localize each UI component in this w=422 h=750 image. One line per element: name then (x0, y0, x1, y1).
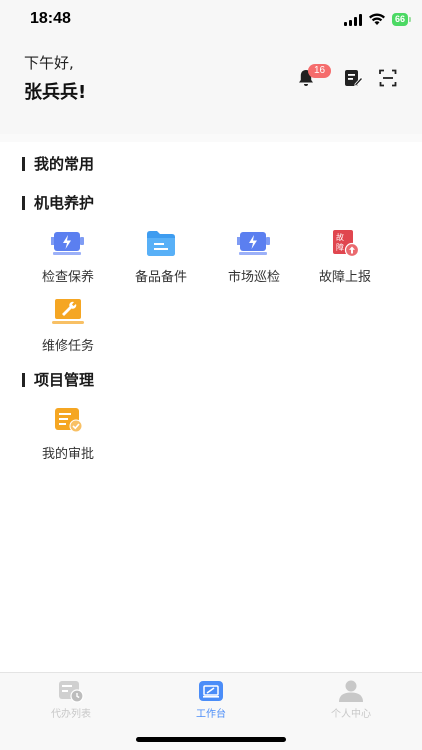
svg-text:障: 障 (336, 242, 344, 252)
tab-profile[interactable]: 个人中心 (301, 679, 401, 720)
motor-icon (237, 226, 271, 260)
scan-icon[interactable] (376, 66, 400, 90)
grid-item-spare-parts[interactable]: 备品备件 (115, 226, 207, 285)
market-patrol-label: 市场巡检 (227, 270, 280, 285)
header: 下午好, 张兵兵! 16 (0, 44, 422, 134)
tab-profile-label: 个人中心 (331, 709, 371, 720)
status-indicators: 66 (343, 13, 412, 26)
tab-workbench-label: 工作台 (196, 709, 226, 720)
workbench-icon (199, 681, 223, 701)
motor-icon (51, 226, 85, 260)
approval-icon (51, 403, 85, 437)
grid-item-fault-report[interactable]: 故 障 故障上报 (299, 226, 391, 285)
user-name: 张兵兵! (24, 82, 87, 103)
cellular-signal-icon (343, 13, 362, 26)
project-title: 项目管理 (34, 371, 95, 389)
grid-item-repair-task[interactable]: 维修任务 (22, 295, 114, 354)
fault-report-label: 故障上报 (318, 270, 371, 285)
wifi-icon (368, 13, 385, 25)
grid-item-inspection[interactable]: 检查保养 (22, 226, 114, 285)
repair-task-label: 维修任务 (41, 339, 94, 354)
todo-list-icon (59, 681, 84, 703)
favorites-title: 我的常用 (34, 155, 95, 173)
maintenance-title: 机电养护 (34, 194, 95, 212)
my-approval-label: 我的审批 (41, 447, 94, 462)
tab-todo-list-label: 代办列表 (51, 709, 91, 720)
section-title-favorites: 我的常用 (22, 153, 94, 174)
header-divider (0, 134, 422, 142)
fault-report-icon: 故 障 (328, 226, 362, 260)
section-title-project: 项目管理 (22, 369, 94, 390)
wrench-icon (51, 295, 85, 329)
notification-badge: 16 (308, 64, 332, 78)
grid-item-my-approval[interactable]: 我的审批 (22, 403, 114, 462)
user-icon (339, 680, 363, 702)
tab-workbench[interactable]: 工作台 (161, 679, 261, 720)
home-indicator (136, 737, 286, 742)
greeting-text: 下午好, (24, 54, 74, 72)
status-time: 18:48 (30, 10, 71, 27)
spare-parts-label: 备品备件 (134, 270, 187, 285)
grid-item-market-patrol[interactable]: 市场巡检 (208, 226, 300, 285)
svg-text:故: 故 (336, 232, 344, 242)
section-title-maintenance: 机电养护 (22, 192, 94, 213)
status-bar: 18:48 66 (0, 0, 422, 44)
battery-icon: 66 (391, 13, 412, 26)
battery-level: 66 (394, 14, 405, 24)
edit-document-icon[interactable] (341, 66, 365, 90)
tab-todo-list[interactable]: 代办列表 (21, 679, 121, 720)
inspection-label: 检查保养 (41, 270, 94, 285)
folder-icon (144, 226, 178, 260)
